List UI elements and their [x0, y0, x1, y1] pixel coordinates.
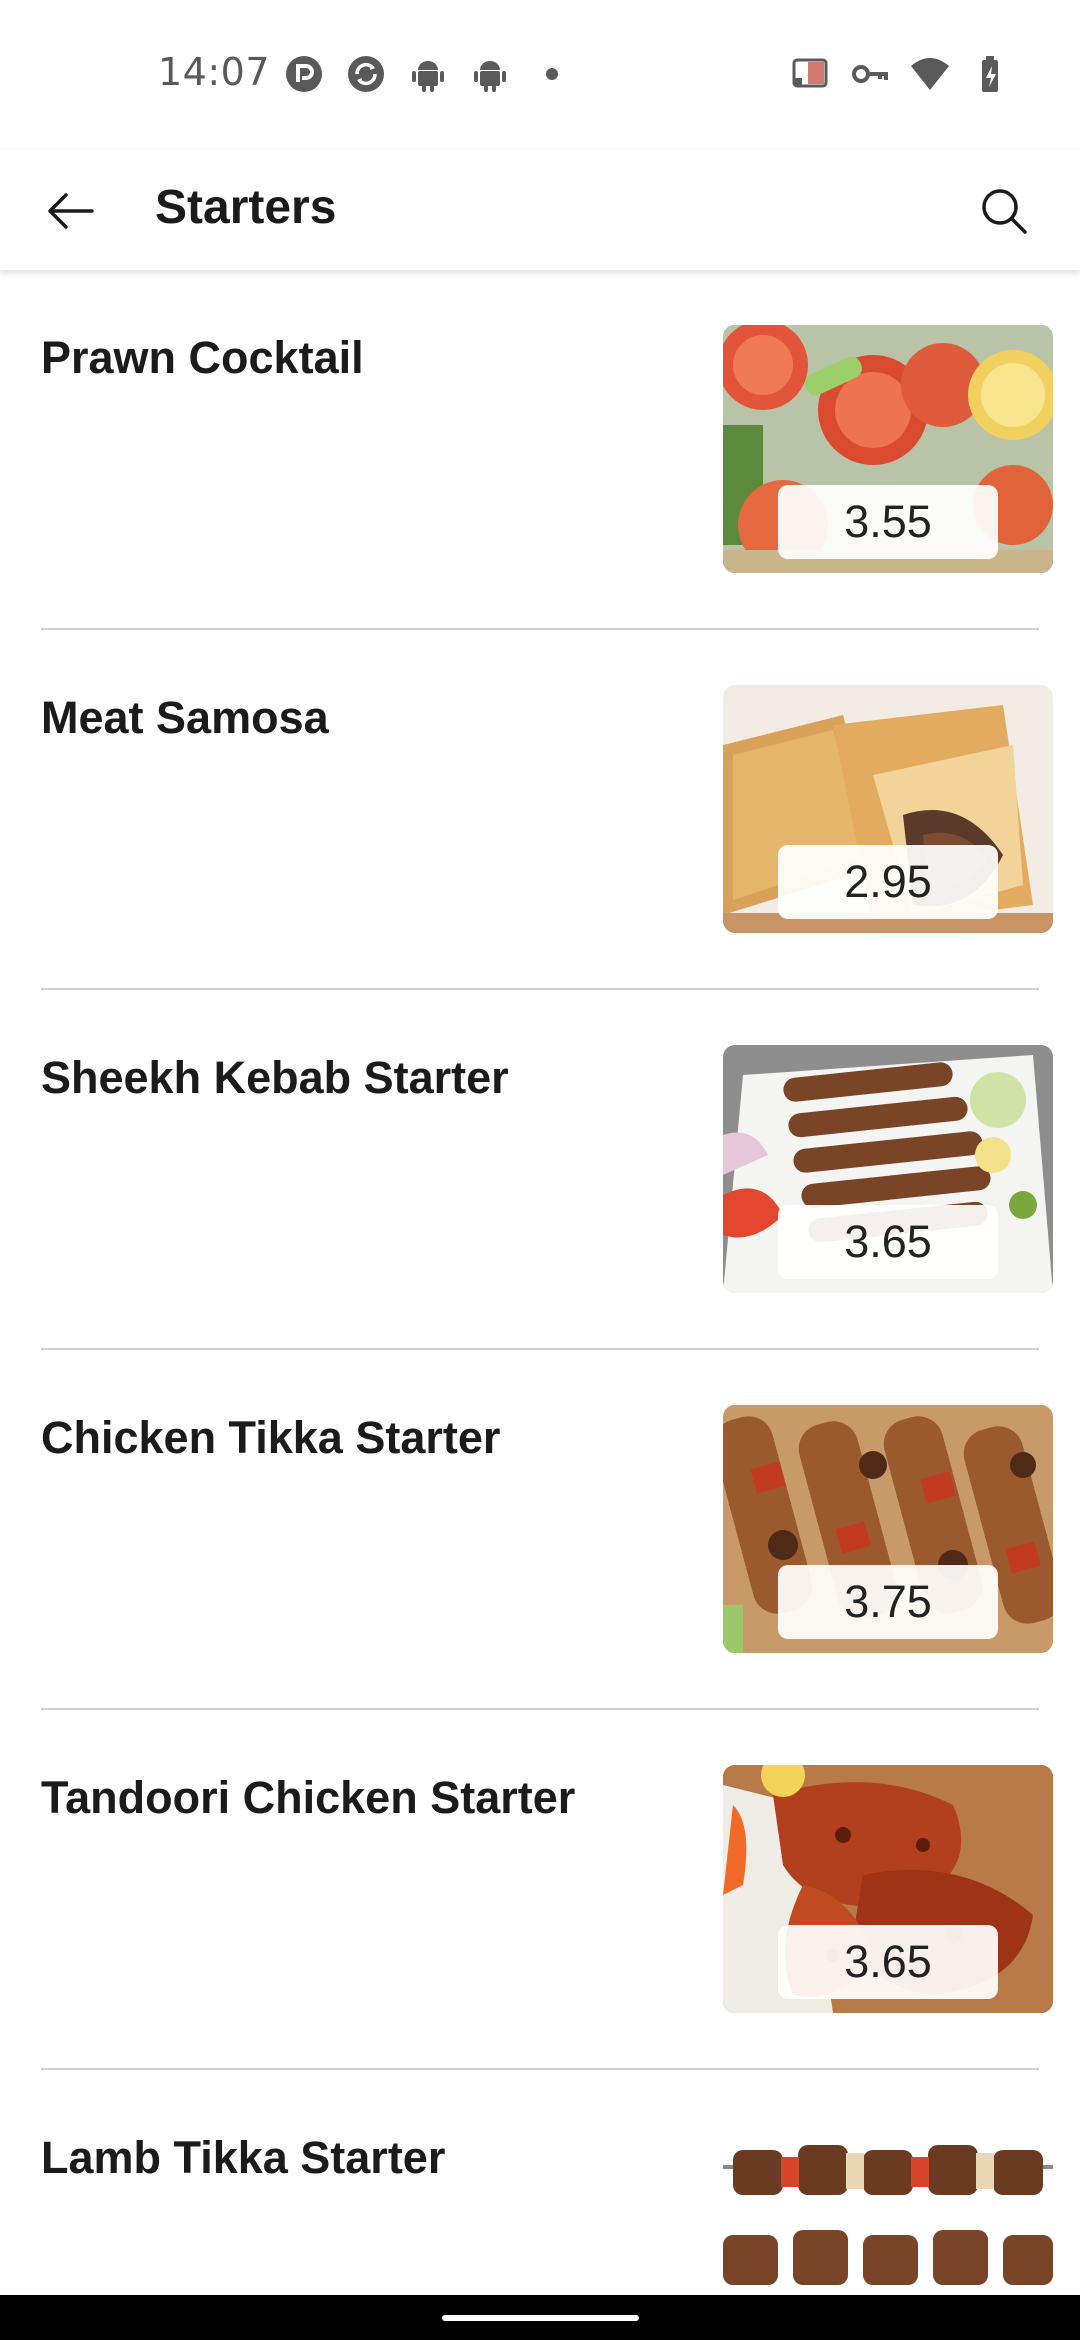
item-name: Prawn Cocktail: [41, 332, 364, 383]
item-name: Sheekh Kebab Starter: [41, 1052, 509, 1103]
android-icon: [468, 52, 512, 96]
menu-item[interactable]: Prawn Cocktail 3.55: [0, 270, 1080, 630]
price-badge: 3.65: [778, 1925, 998, 1999]
pocket-casts-icon: [282, 52, 326, 96]
menu-list: Prawn Cocktail 3.55 Meat Samosa 2.95 She…: [0, 270, 1080, 2295]
back-button[interactable]: [34, 175, 106, 247]
status-time: 14:07: [158, 50, 271, 94]
cast-icon: [788, 52, 832, 96]
app-bar: Starters: [0, 150, 1080, 270]
page-title: Starters: [155, 181, 337, 234]
price-badge: 3.65: [778, 1205, 998, 1279]
notification-icons: [282, 52, 574, 96]
item-name: Meat Samosa: [41, 692, 329, 743]
home-gesture-handle[interactable]: [442, 2315, 639, 2321]
price-badge: 2.95: [778, 845, 998, 919]
item-name: Tandoori Chicken Starter: [41, 1772, 576, 1823]
wifi-icon: [908, 52, 952, 96]
menu-item[interactable]: Meat Samosa 2.95: [0, 630, 1080, 990]
menu-item[interactable]: Sheekh Kebab Starter 3.65: [0, 990, 1080, 1350]
android-icon: [406, 52, 450, 96]
navigation-bar: [0, 2295, 1080, 2340]
dot-icon: [530, 52, 574, 96]
menu-item[interactable]: Chicken Tikka Starter 3.75: [0, 1350, 1080, 1710]
price-badge: 3.55: [778, 485, 998, 559]
search-icon: [978, 185, 1030, 237]
system-icons: [788, 52, 1012, 96]
battery-charging-icon: [968, 52, 1012, 96]
item-name: Chicken Tikka Starter: [41, 1412, 501, 1463]
vpn-key-icon: [848, 52, 892, 96]
menu-item[interactable]: Lamb Tikka Starter: [0, 2070, 1080, 2295]
status-bar: 14:07: [0, 0, 1080, 150]
price-badge: 3.75: [778, 1565, 998, 1639]
arrow-left-icon: [42, 183, 98, 239]
item-photo-lamb: [723, 2125, 1053, 2295]
item-name: Lamb Tikka Starter: [41, 2132, 446, 2183]
search-button[interactable]: [968, 175, 1040, 247]
sync-icon: [344, 52, 388, 96]
menu-item[interactable]: Tandoori Chicken Starter 3.65: [0, 1710, 1080, 2070]
